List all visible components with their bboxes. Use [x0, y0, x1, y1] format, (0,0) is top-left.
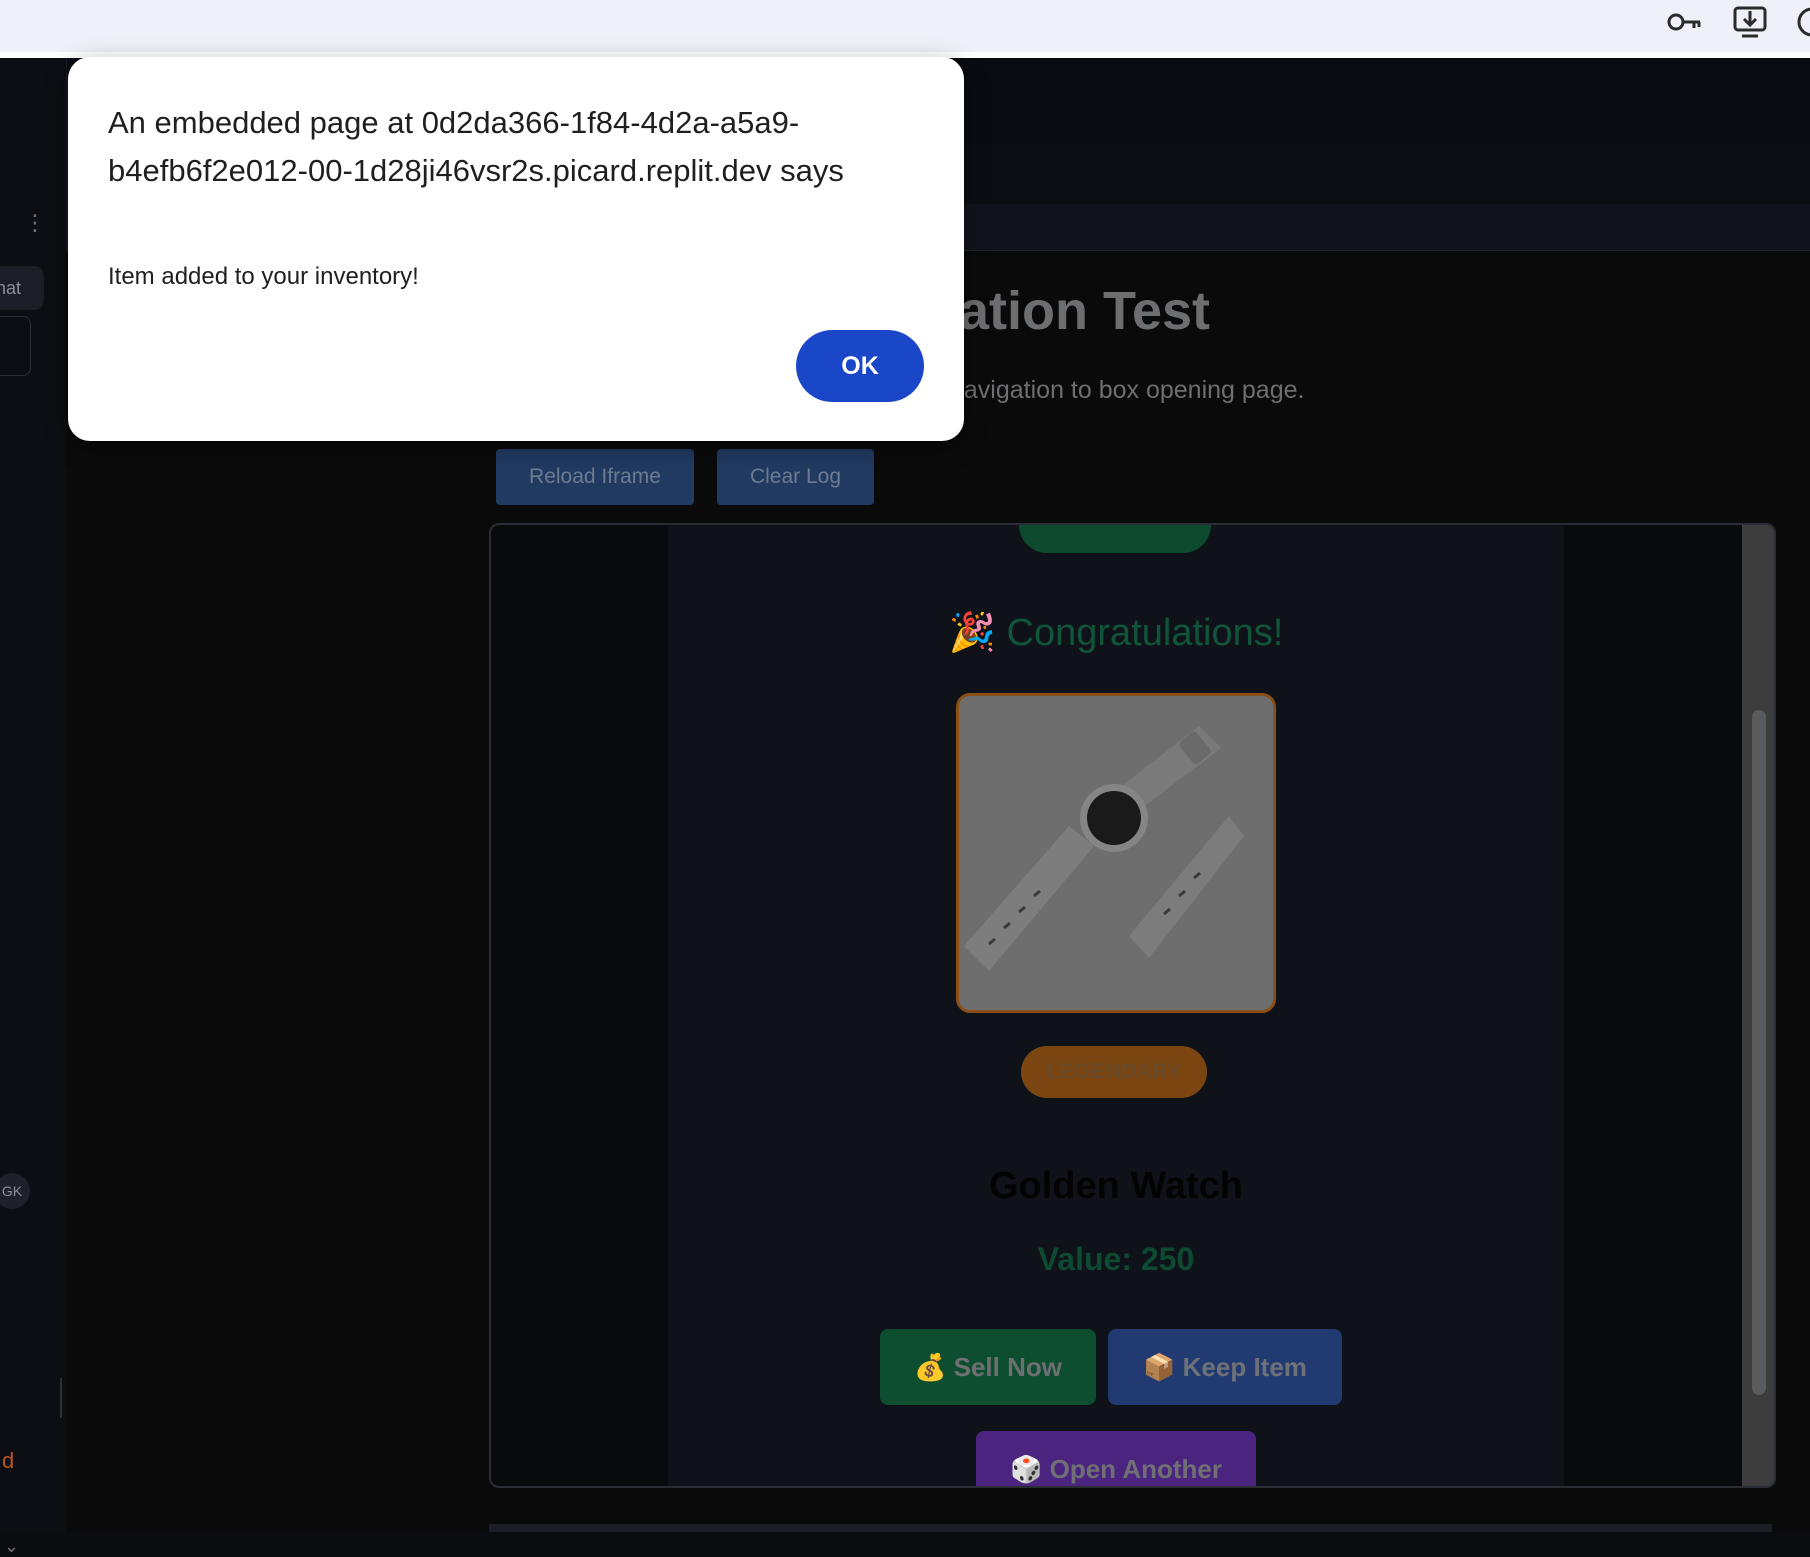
clear-log-button[interactable]: Clear Log: [717, 449, 874, 505]
sell-now-button[interactable]: 💰 Sell Now: [880, 1329, 1096, 1405]
more-options-icon[interactable]: ⋮: [24, 210, 46, 236]
item-image-card: [956, 693, 1276, 1013]
iframe-scrollbar[interactable]: [1742, 525, 1774, 1486]
left-sidebar: ⋮ hat GK d ⌄: [0, 58, 67, 1556]
congratulations-heading: 🎉 Congratulations!: [948, 612, 1284, 654]
key-icon[interactable]: [1664, 2, 1704, 42]
chevron-down-icon[interactable]: ⌄: [4, 1536, 19, 1557]
ok-button[interactable]: OK: [796, 330, 924, 402]
profile-icon[interactable]: [1792, 2, 1810, 42]
log-panel-edge: [489, 1524, 1772, 1532]
keep-item-button[interactable]: 📦 Keep Item: [1108, 1329, 1342, 1405]
watch-image: [959, 696, 1273, 1010]
alert-dialog: An embedded page at 0d2da366-1f84-4d2a-a…: [68, 57, 964, 441]
dialog-title: An embedded page at 0d2da366-1f84-4d2a-a…: [108, 105, 844, 188]
embedded-iframe[interactable]: 🎉 Congratulations! LEGENDARY Golden Watc…: [489, 523, 1776, 1488]
scrollbar-thumb[interactable]: [1752, 710, 1766, 1395]
reload-iframe-button[interactable]: Reload Iframe: [496, 449, 694, 505]
chat-tab[interactable]: hat: [0, 266, 44, 310]
item-name: Golden Watch: [988, 1165, 1244, 1207]
dialog-message: Item added to your inventory!: [108, 263, 419, 290]
sidebar-truncated-text: d: [2, 1448, 15, 1473]
sidebar-panel-edge: [0, 316, 31, 376]
resize-handle[interactable]: [60, 1378, 62, 1418]
browser-toolbar: [0, 0, 1810, 58]
page-description: navigation to box opening page.: [950, 376, 1305, 404]
install-app-icon[interactable]: [1730, 2, 1770, 42]
item-value: Value: 250: [1037, 1241, 1195, 1277]
rarity-badge: LEGENDARY: [1021, 1046, 1207, 1098]
avatar[interactable]: GK: [0, 1173, 30, 1209]
iframe-page: 🎉 Congratulations! LEGENDARY Golden Watc…: [668, 525, 1564, 1486]
previous-button-edge[interactable]: [1019, 525, 1211, 553]
open-another-button[interactable]: 🎲 Open Another: [976, 1431, 1256, 1486]
